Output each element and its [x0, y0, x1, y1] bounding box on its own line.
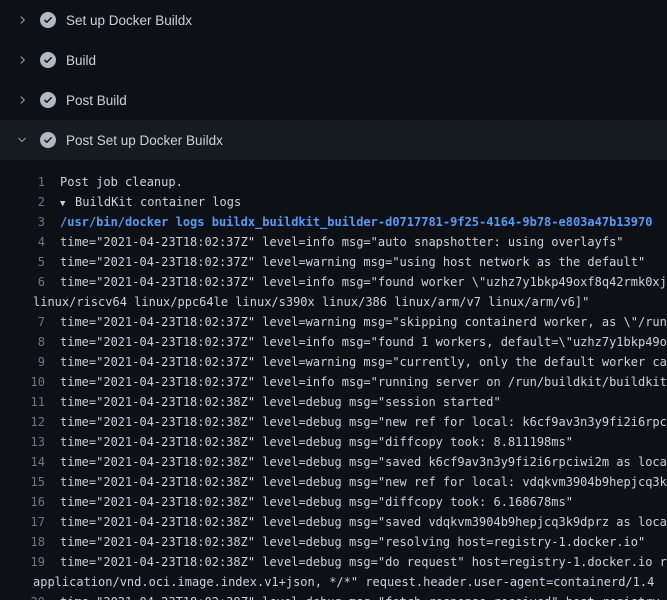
log-line-13: 13 time="2021-04-23T18:02:38Z" level=debu…	[0, 432, 667, 452]
log-command-text[interactable]: /usr/bin/docker logs buildx_buildkit_bui…	[60, 215, 652, 229]
log-text: time="2021-04-23T18:02:37Z" level=warnin…	[60, 355, 667, 369]
line-number[interactable]: 4	[0, 232, 45, 252]
log-line-7: 7 time="2021-04-23T18:02:37Z" level=warni…	[0, 312, 667, 332]
log-line-18: 18 time="2021-04-23T18:02:38Z" level=debu…	[0, 532, 667, 552]
line-number[interactable]: 6	[0, 272, 45, 292]
line-number[interactable]: 18	[0, 532, 45, 552]
line-number[interactable]: 5	[0, 252, 45, 272]
log-text: time="2021-04-23T18:02:37Z" level=info m…	[60, 275, 667, 289]
log-text: time="2021-04-23T18:02:37Z" level=warnin…	[60, 315, 667, 329]
log-line-10: 10 time="2021-04-23T18:02:37Z" level=info…	[0, 372, 667, 392]
line-number[interactable]: 15	[0, 472, 45, 492]
log-line-19-continuation: application/vnd.oci.image.index.v1+json,…	[0, 572, 667, 592]
log-text: time="2021-04-23T18:02:38Z" level=debug …	[60, 395, 501, 409]
line-number[interactable]: 13	[0, 432, 45, 452]
log-text: time="2021-04-23T18:02:38Z" level=debug …	[60, 535, 645, 549]
log-text: time="2021-04-23T18:02:38Z" level=debug …	[60, 435, 573, 449]
log-line-6-continuation: linux/riscv64 linux/ppc64le linux/s390x …	[0, 292, 667, 312]
step-header-1[interactable]: Build	[0, 40, 667, 80]
log-line-8: 8 time="2021-04-23T18:02:37Z" level=info …	[0, 332, 667, 352]
line-number[interactable]: 10	[0, 372, 45, 392]
step-label: Post Set up Docker Buildx	[66, 133, 223, 148]
log-line-15: 15 time="2021-04-23T18:02:38Z" level=debu…	[0, 472, 667, 492]
log-line-16: 16 time="2021-04-23T18:02:38Z" level=debu…	[0, 492, 667, 512]
log-text: time="2021-04-23T18:02:38Z" level=debug …	[60, 495, 573, 509]
log-line-2: 2 ▼BuildKit container logs	[0, 192, 667, 212]
log-text: time="2021-04-23T18:02:37Z" level=info m…	[60, 235, 624, 249]
step-header-3[interactable]: Post Set up Docker Buildx	[0, 120, 667, 160]
actions-log-viewer: Set up Docker Buildx Build Post Build Post …	[0, 0, 667, 600]
chevron-right-icon	[16, 14, 32, 26]
log-text: time="2021-04-23T18:02:38Z" level=debug …	[60, 555, 667, 569]
log-line-4: 4 time="2021-04-23T18:02:37Z" level=info …	[0, 232, 667, 252]
check-circle-icon	[40, 52, 56, 68]
log-group-label[interactable]: BuildKit container logs	[75, 195, 241, 209]
log-text: time="2021-04-23T18:02:38Z" level=debug …	[60, 475, 667, 489]
log-text: time="2021-04-23T18:02:37Z" level=info m…	[60, 335, 667, 349]
chevron-down-icon	[16, 134, 32, 146]
step-label: Post Build	[66, 93, 127, 108]
line-number[interactable]: 17	[0, 512, 45, 532]
log-area: 1 Post job cleanup. 2 ▼BuildKit container l…	[0, 160, 667, 600]
line-number[interactable]: 1	[0, 172, 45, 192]
log-line-12: 12 time="2021-04-23T18:02:38Z" level=debu…	[0, 412, 667, 432]
log-line-9: 9 time="2021-04-23T18:02:37Z" level=warni…	[0, 352, 667, 372]
line-number[interactable]: 3	[0, 212, 45, 232]
log-line-5: 5 time="2021-04-23T18:02:37Z" level=warni…	[0, 252, 667, 272]
line-number[interactable]: 7	[0, 312, 45, 332]
log-text: application/vnd.oci.image.index.v1+json,…	[33, 575, 654, 589]
log-line-19: 19 time="2021-04-23T18:02:38Z" level=debu…	[0, 552, 667, 572]
step-label: Set up Docker Buildx	[66, 13, 192, 28]
log-line-1: 1 Post job cleanup.	[0, 172, 667, 192]
log-text: Post job cleanup.	[60, 175, 183, 189]
log-line-6: 6 time="2021-04-23T18:02:37Z" level=info …	[0, 272, 667, 292]
log-line-3: 3/usr/bin/docker logs buildx_buildkit_bu…	[0, 212, 667, 232]
log-text: time="2021-04-23T18:02:37Z" level=info m…	[60, 375, 667, 389]
line-number[interactable]: 14	[0, 452, 45, 472]
log-text: time="2021-04-23T18:02:38Z" level=debug …	[60, 415, 667, 429]
chevron-right-icon	[16, 54, 32, 66]
log-group-caret-icon[interactable]: ▼	[60, 194, 75, 212]
log-text: time="2021-04-23T18:02:38Z" level=debug …	[60, 455, 667, 469]
log-text: time="2021-04-23T18:02:38Z" level=debug …	[60, 515, 667, 529]
line-number[interactable]: 11	[0, 392, 45, 412]
line-number[interactable]: 19	[0, 552, 45, 572]
log-text: linux/riscv64 linux/ppc64le linux/s390x …	[33, 295, 589, 309]
log-text: time="2021-04-23T18:02:37Z" level=warnin…	[60, 255, 645, 269]
step-header-2[interactable]: Post Build	[0, 80, 667, 120]
log-line-20: 20 time="2021-04-23T18:02:38Z" level=debu…	[0, 592, 667, 600]
line-number[interactable]: 2	[0, 192, 45, 212]
step-label: Build	[66, 53, 96, 68]
line-number[interactable]: 16	[0, 492, 45, 512]
line-number[interactable]: 12	[0, 412, 45, 432]
line-number[interactable]: 9	[0, 352, 45, 372]
line-number[interactable]: 20	[0, 592, 45, 600]
check-circle-icon	[40, 12, 56, 28]
log-line-17: 17 time="2021-04-23T18:02:38Z" level=debu…	[0, 512, 667, 532]
step-list: Set up Docker Buildx Build Post Build Post …	[0, 0, 667, 160]
step-header-0[interactable]: Set up Docker Buildx	[0, 0, 667, 40]
log-line-14: 14 time="2021-04-23T18:02:38Z" level=debu…	[0, 452, 667, 472]
log-text: time="2021-04-23T18:02:38Z" level=debug …	[60, 595, 660, 600]
check-circle-icon	[40, 132, 56, 148]
check-circle-icon	[40, 92, 56, 108]
line-number[interactable]: 8	[0, 332, 45, 352]
chevron-right-icon	[16, 94, 32, 106]
log-line-11: 11 time="2021-04-23T18:02:38Z" level=debu…	[0, 392, 667, 412]
